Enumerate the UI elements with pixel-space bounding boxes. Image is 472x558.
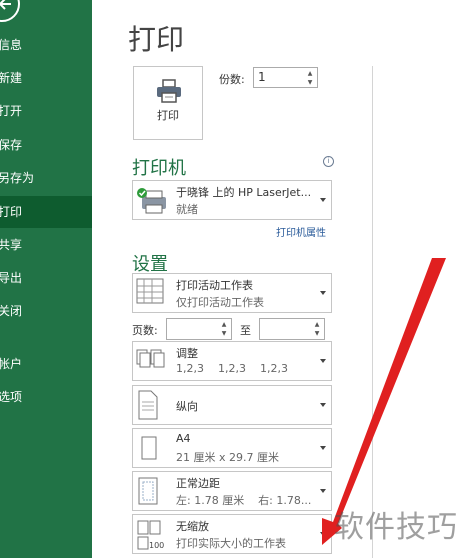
watermark: 软件技巧 xyxy=(334,510,458,545)
annotation-arrow xyxy=(322,258,446,545)
